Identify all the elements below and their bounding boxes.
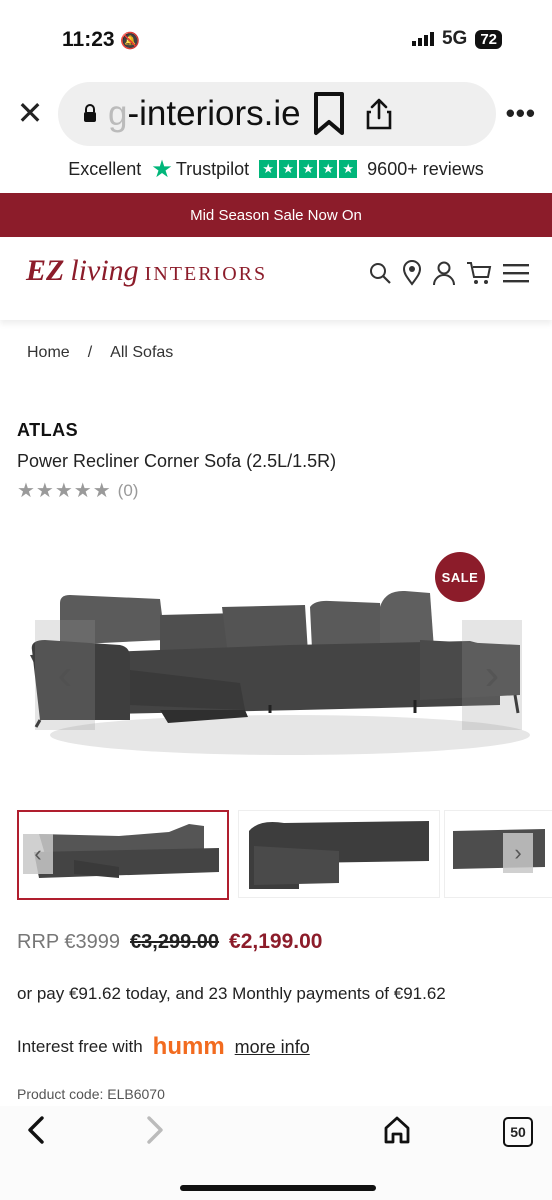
forward-icon[interactable] (143, 1115, 167, 1145)
account-icon[interactable] (432, 260, 456, 286)
lock-icon (84, 104, 96, 122)
price-row: RRP €3999 €3,299.00 €2,199.00 (17, 930, 322, 954)
home-indicator (180, 1185, 376, 1191)
trust-rating-word: Excellent (68, 158, 142, 179)
search-icon[interactable] (368, 261, 392, 285)
network-label: 5G (441, 28, 468, 49)
location-pin-icon[interactable] (402, 260, 422, 286)
promo-banner-text: Mid Season Sale Now On (190, 206, 362, 224)
site-logo[interactable]: EZ living INTERIORS (26, 254, 267, 288)
trustpilot-logo: ★ Trustpilot (151, 155, 250, 183)
status-time: 11:23 🔕 (62, 28, 141, 51)
breadcrumb-all-sofas[interactable]: All Sofas (110, 344, 173, 362)
signal-icon (411, 32, 434, 46)
thumbnail-2-image (249, 821, 429, 889)
rating-stars: ★★★★★ (17, 480, 112, 502)
trustpilot-star-icon: ★ (151, 155, 173, 183)
product-brand: ATLAS (17, 420, 79, 440)
next-image-arrow-icon[interactable]: › (462, 620, 522, 730)
tabs-count-icon[interactable]: 50 (503, 1117, 533, 1147)
promo-banner[interactable]: Mid Season Sale Now On (0, 193, 552, 237)
battery-icon: 72 (475, 29, 502, 49)
thumbnail-3-image (453, 829, 545, 869)
bell-off-icon: 🔕 (120, 33, 141, 50)
product-code: Product code: ELB6070 (17, 1086, 165, 1102)
breadcrumb-home[interactable]: Home (27, 344, 70, 362)
review-count: (0) (117, 480, 139, 500)
trustpilot-stars: ★ ★ ★ ★ ★ (259, 160, 358, 178)
cart-icon[interactable] (466, 260, 492, 286)
thumbnail-2[interactable] (238, 810, 440, 898)
product-name: Power Recliner Corner Sofa (2.5L/1.5R) (17, 451, 337, 471)
header-icons (368, 260, 530, 286)
home-icon[interactable] (383, 1115, 411, 1145)
humm-logo: humm (152, 1033, 225, 1060)
breadcrumb-separator: / (87, 344, 93, 361)
rrp-price: RRP €3999 (17, 931, 121, 953)
interest-label: Interest free with (17, 1037, 143, 1056)
back-icon[interactable] (24, 1115, 48, 1145)
address-bar[interactable]: g-interiors.ie (58, 82, 496, 146)
thumbnail-1[interactable]: ‹ (17, 810, 229, 900)
share-icon[interactable] (365, 98, 393, 130)
thumbnail-prev-icon[interactable]: ‹ (23, 834, 53, 874)
interest-free-row: Interest free with humm more info (17, 1033, 310, 1061)
product-rating[interactable]: ★★★★★ (0) (17, 478, 138, 503)
finance-text: or pay €91.62 today, and 23 Monthly paym… (17, 984, 446, 1003)
more-options-icon[interactable]: ••• (506, 98, 536, 129)
thumbnail-3[interactable]: › (444, 810, 552, 898)
thumbnail-next-icon[interactable]: › (503, 833, 533, 873)
status-indicators: 5G 72 (411, 28, 502, 50)
bookmark-icon[interactable] (311, 91, 347, 137)
url-text: g-interiors.ie (108, 94, 301, 133)
trust-reviews: 9600+ reviews (367, 158, 484, 179)
sale-price: €2,199.00 (229, 930, 323, 953)
close-tab-icon[interactable]: ✕ (14, 94, 46, 132)
prev-image-arrow-icon[interactable]: ‹ (35, 620, 95, 730)
sale-badge: SALE (435, 552, 485, 602)
menu-icon[interactable] (502, 261, 530, 285)
trustpilot-strip[interactable]: Excellent ★ Trustpilot ★ ★ ★ ★ ★ 9600+ revie… (0, 152, 552, 186)
was-price: €3,299.00 (130, 931, 220, 953)
breadcrumb: Home / All Sofas (27, 344, 173, 362)
more-info-link[interactable]: more info (235, 1037, 310, 1058)
